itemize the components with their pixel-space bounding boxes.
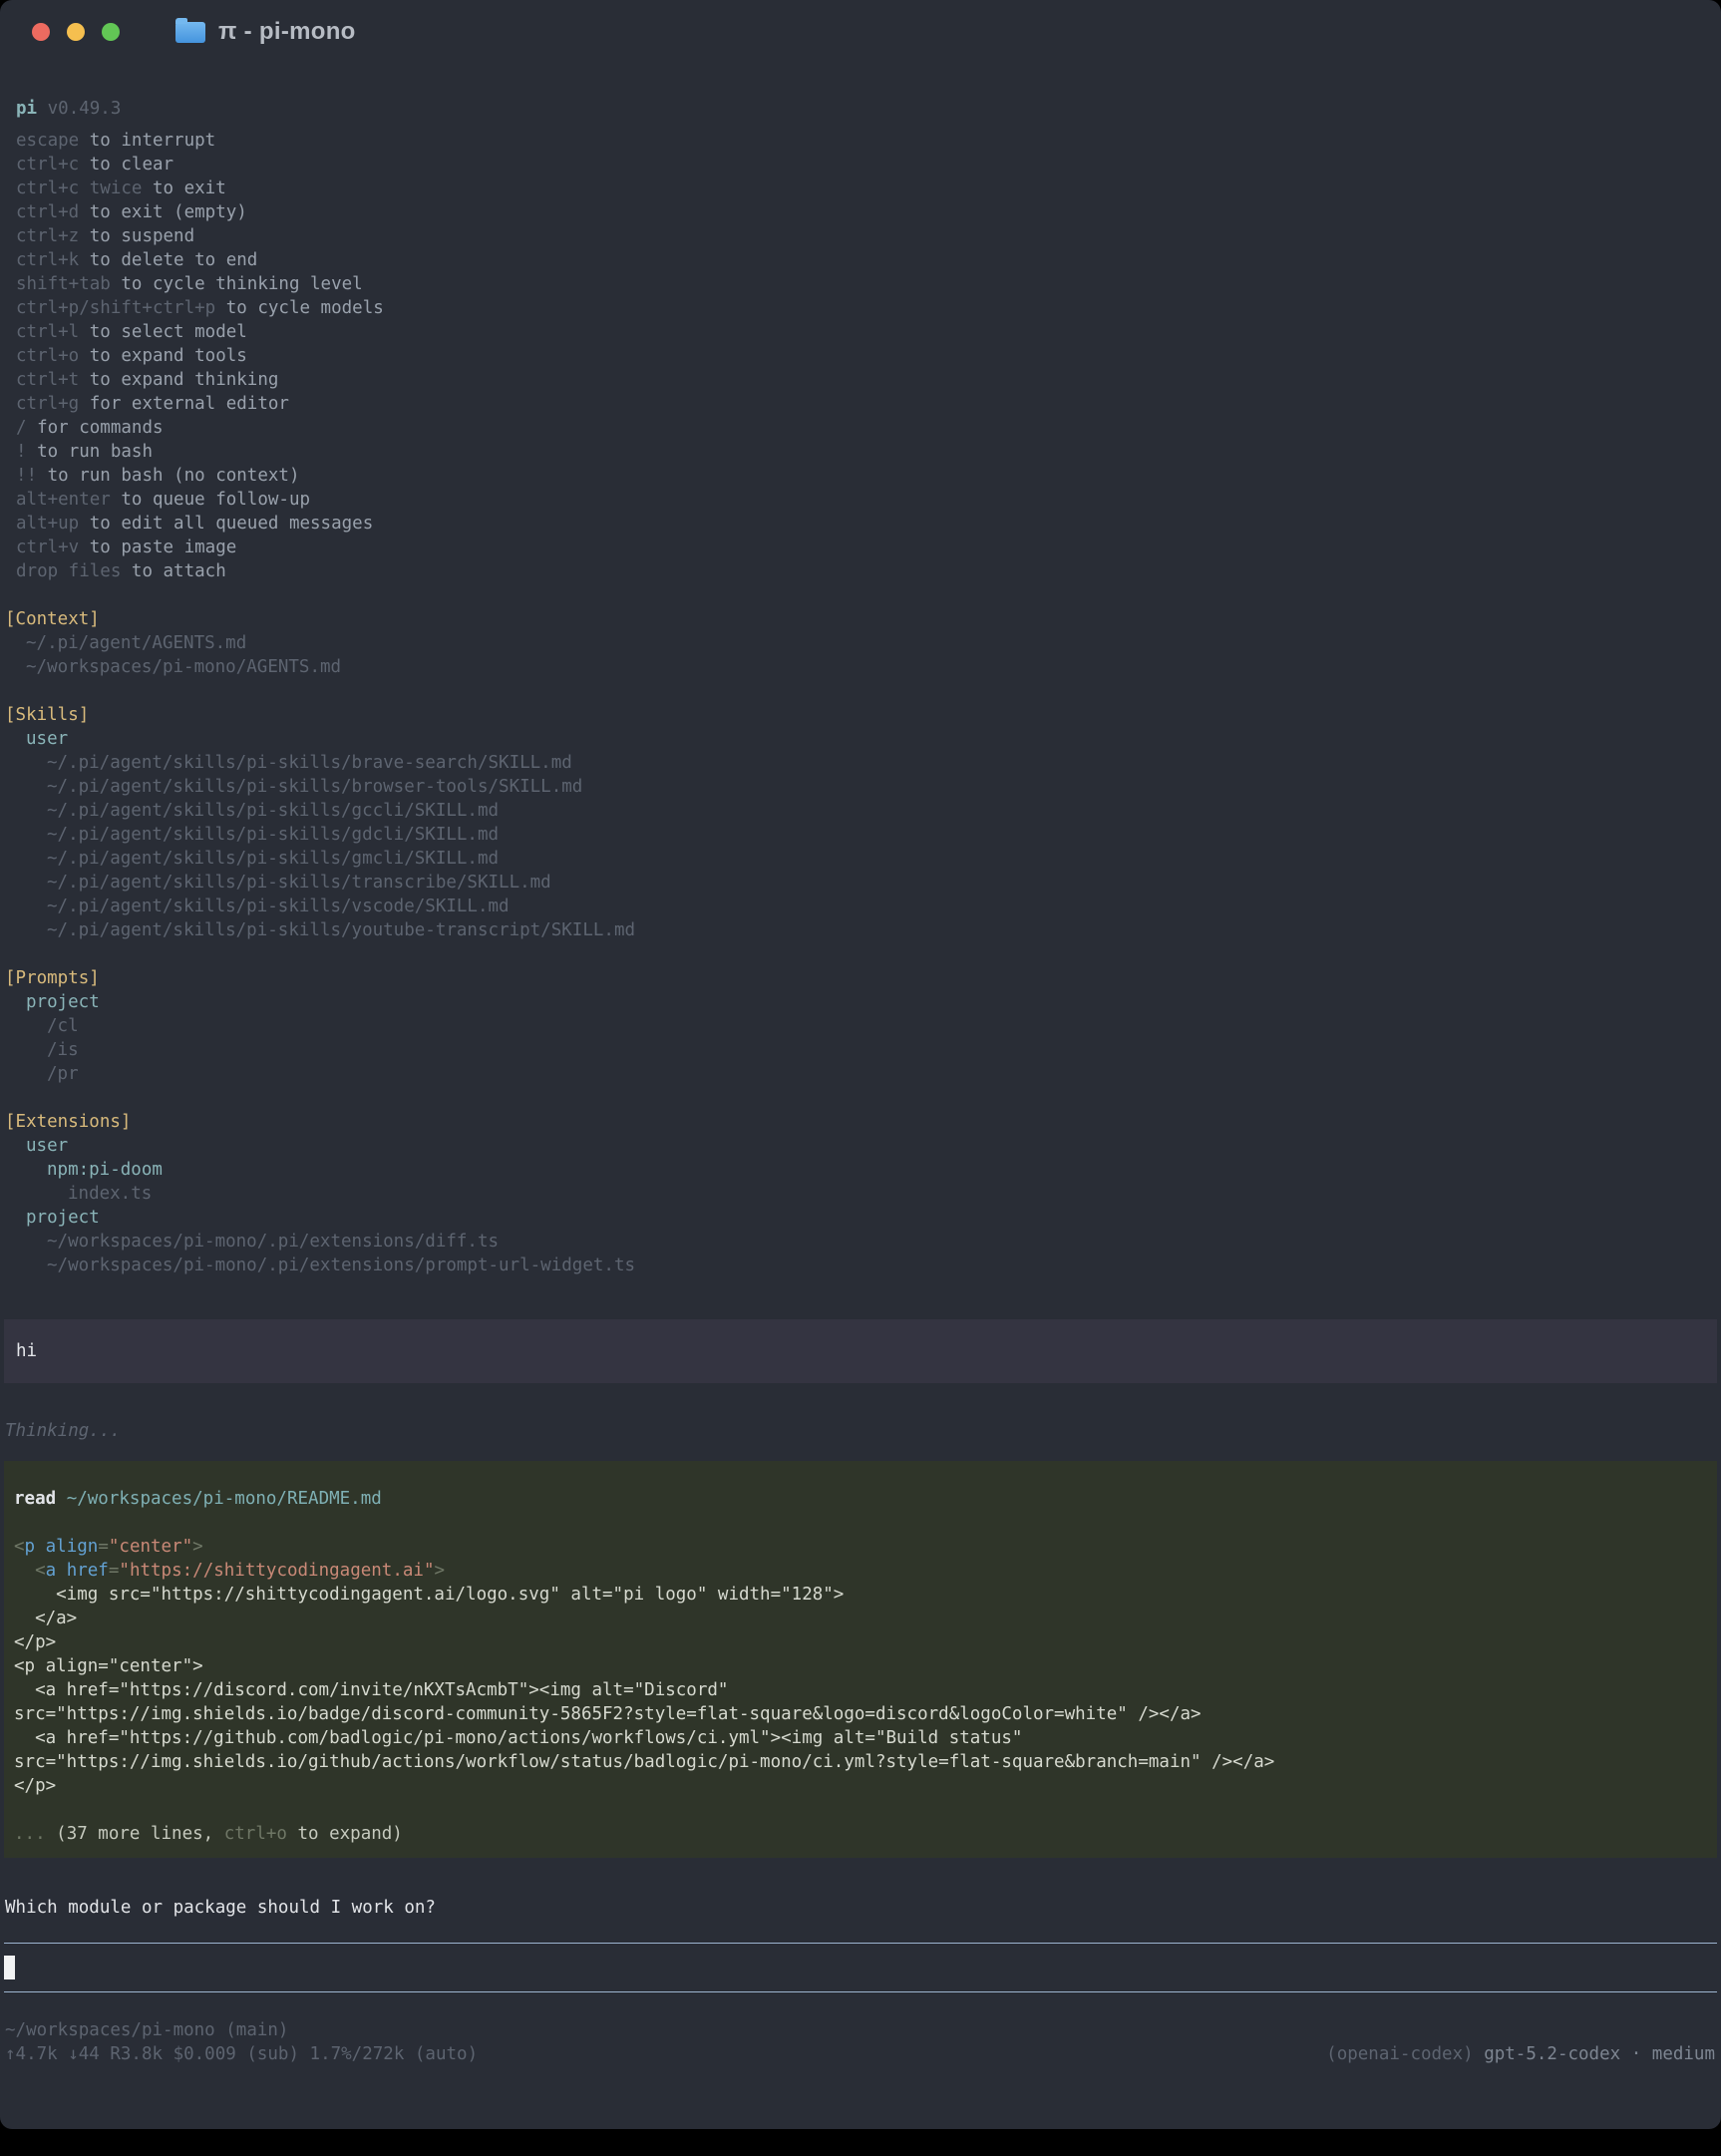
code-line: </p> xyxy=(14,1774,1707,1798)
extension-node: ~/workspaces/pi-mono/.pi/extensions/diff… xyxy=(5,1230,1721,1254)
prompt-item: /is xyxy=(5,1038,1721,1062)
status-bar: ~/workspaces/pi-mono (main) ↑4.7k ↓44 R3… xyxy=(5,2018,1721,2066)
tool-name: read xyxy=(14,1489,56,1509)
section-header-skills: [Skills] xyxy=(5,703,1721,727)
skill-path: ~/.pi/agent/skills/pi-skills/vscode/SKIL… xyxy=(5,895,1721,918)
blank-line xyxy=(5,1086,1721,1110)
terminal-window: π - pi-mono pi v0.49.3 escape to interru… xyxy=(0,0,1721,2129)
blank-line xyxy=(14,1798,1707,1822)
shortcut-line: ctrl+v to paste image xyxy=(5,536,1721,559)
prompt-item: /cl xyxy=(5,1014,1721,1038)
shortcut-line: escape to interrupt xyxy=(5,129,1721,153)
close-button[interactable] xyxy=(32,23,50,41)
title-group: π - pi-mono xyxy=(175,18,356,46)
status-provider: (openai-codex) xyxy=(1326,2044,1484,2064)
shortcut-line: shift+tab to cycle thinking level xyxy=(5,272,1721,296)
shortcut-line: ctrl+o to expand tools xyxy=(5,344,1721,368)
code-line: </a> xyxy=(14,1607,1707,1630)
shortcut-list: escape to interrupt ctrl+c to clear ctrl… xyxy=(5,129,1721,583)
shortcut-line: ! to run bash xyxy=(5,440,1721,464)
shortcut-line: / for commands xyxy=(5,416,1721,440)
window-title: π - pi-mono xyxy=(218,18,356,46)
truncation-notice: ... (37 more lines, ctrl+o to expand) xyxy=(14,1822,1707,1846)
blank-line xyxy=(5,583,1721,607)
blank-line xyxy=(5,679,1721,703)
shortcut-line: ctrl+c to clear xyxy=(5,153,1721,177)
skill-path: ~/.pi/agent/skills/pi-skills/browser-too… xyxy=(5,775,1721,799)
shortcut-line: ctrl+p/shift+ctrl+p to cycle models xyxy=(5,296,1721,320)
prompt-input[interactable] xyxy=(4,1943,1717,1992)
prompt-item: /pr xyxy=(5,1062,1721,1086)
shortcut-line: ctrl+d to exit (empty) xyxy=(5,200,1721,224)
folder-icon xyxy=(175,22,205,43)
minimize-button[interactable] xyxy=(67,23,85,41)
skill-path: ~/.pi/agent/skills/pi-skills/gdcli/SKILL… xyxy=(5,823,1721,847)
skill-path: ~/.pi/agent/skills/pi-skills/gccli/SKILL… xyxy=(5,799,1721,823)
code-line: <p align="center"> xyxy=(14,1654,1707,1678)
skill-path: ~/.pi/agent/skills/pi-skills/gmcli/SKILL… xyxy=(5,847,1721,871)
app-version: v0.49.3 xyxy=(48,99,122,119)
tool-call-block: read ~/workspaces/pi-mono/README.md <p a… xyxy=(4,1461,1717,1858)
shortcut-line: !! to run bash (no context) xyxy=(5,464,1721,488)
assistant-question: Which module or package should I work on… xyxy=(5,1896,1721,1920)
code-line: <a href="https://discord.com/invite/nKXT… xyxy=(14,1678,1707,1702)
app-name: pi xyxy=(16,99,37,119)
text-cursor xyxy=(4,1956,15,1979)
app-version-line: pi v0.49.3 xyxy=(5,97,1721,121)
user-message: hi xyxy=(4,1319,1717,1383)
tool-call-header: read ~/workspaces/pi-mono/README.md xyxy=(14,1487,1707,1511)
code-line: src="https://img.shields.io/badge/discor… xyxy=(14,1702,1707,1726)
extension-node: project xyxy=(5,1206,1721,1230)
prompts-scope: project xyxy=(5,990,1721,1014)
extension-node: user xyxy=(5,1134,1721,1158)
code-line: <a href="https://github.com/badlogic/pi-… xyxy=(14,1726,1707,1750)
blank-line xyxy=(14,1511,1707,1535)
window-titlebar: π - pi-mono xyxy=(0,0,1721,64)
thinking-indicator: Thinking... xyxy=(5,1419,1721,1443)
code-line: <p align="center"> xyxy=(14,1535,1707,1559)
context-path: ~/.pi/agent/AGENTS.md xyxy=(5,631,1721,655)
shortcut-line: ctrl+z to suspend xyxy=(5,224,1721,248)
code-line: <img src="https://shittycodingagent.ai/l… xyxy=(14,1583,1707,1607)
traffic-lights xyxy=(0,23,120,41)
status-stats: ↑4.7k ↓44 R3.8k $0.009 (sub) 1.7%/272k (… xyxy=(5,2042,478,2066)
code-line: </p> xyxy=(14,1630,1707,1654)
context-path: ~/workspaces/pi-mono/AGENTS.md xyxy=(5,655,1721,679)
skill-path: ~/.pi/agent/skills/pi-skills/transcribe/… xyxy=(5,871,1721,895)
section-header-context: [Context] xyxy=(5,607,1721,631)
shortcut-line: ctrl+k to delete to end xyxy=(5,248,1721,272)
code-line: src="https://img.shields.io/github/actio… xyxy=(14,1750,1707,1774)
status-model-info: (openai-codex) gpt-5.2-codex · medium xyxy=(1326,2042,1715,2066)
shortcut-line: ctrl+t to expand thinking xyxy=(5,368,1721,392)
zoom-button[interactable] xyxy=(102,23,120,41)
extension-node: npm:pi-doom xyxy=(5,1158,1721,1182)
status-model: gpt-5.2-codex · medium xyxy=(1484,2044,1715,2064)
extension-node: ~/workspaces/pi-mono/.pi/extensions/prom… xyxy=(5,1254,1721,1277)
shortcut-line: ctrl+g for external editor xyxy=(5,392,1721,416)
skill-path: ~/.pi/agent/skills/pi-skills/brave-searc… xyxy=(5,751,1721,775)
status-cwd: ~/workspaces/pi-mono (main) xyxy=(5,2018,1715,2042)
section-header-prompts: [Prompts] xyxy=(5,966,1721,990)
code-line: <a href="https://shittycodingagent.ai"> xyxy=(14,1559,1707,1583)
section-header-extensions: [Extensions] xyxy=(5,1110,1721,1134)
terminal-content: pi v0.49.3 escape to interrupt ctrl+c to… xyxy=(0,64,1721,2066)
shortcut-line: alt+enter to queue follow-up xyxy=(5,488,1721,512)
tool-arg: ~/workspaces/pi-mono/README.md xyxy=(67,1489,382,1509)
user-message-text: hi xyxy=(16,1339,1717,1363)
extension-node: index.ts xyxy=(5,1182,1721,1206)
status-row: ↑4.7k ↓44 R3.8k $0.009 (sub) 1.7%/272k (… xyxy=(5,2042,1715,2066)
shortcut-line: drop files to attach xyxy=(5,559,1721,583)
shortcut-line: ctrl+l to select model xyxy=(5,320,1721,344)
skills-scope: user xyxy=(5,727,1721,751)
shortcut-line: ctrl+c twice to exit xyxy=(5,177,1721,200)
blank-line xyxy=(5,942,1721,966)
skill-path: ~/.pi/agent/skills/pi-skills/youtube-tra… xyxy=(5,918,1721,942)
shortcut-line: alt+up to edit all queued messages xyxy=(5,512,1721,536)
